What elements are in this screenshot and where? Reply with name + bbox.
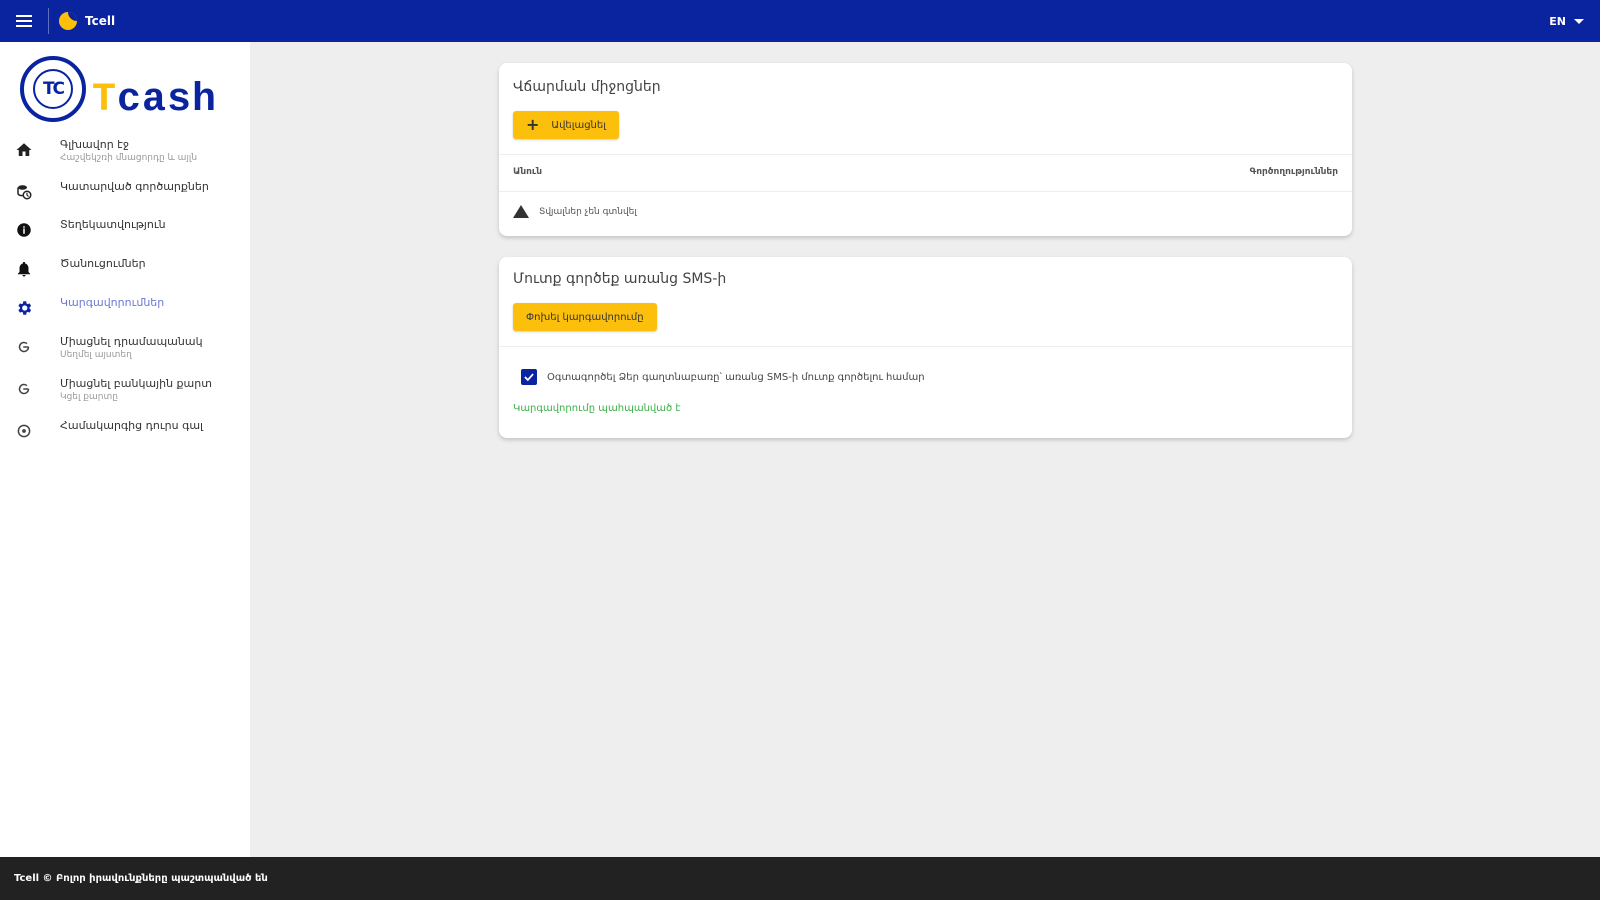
sidebar-item-connect-wallet[interactable]: Միացնել դրամապանակ Սեղմել այստեղ: [0, 335, 250, 361]
home-icon: [14, 140, 34, 160]
sidebar-item-transactions[interactable]: Կատարված գործարքներ: [0, 180, 250, 202]
sidebar-item-label: Համակարգից դուրս գալ: [60, 419, 204, 432]
hamburger-icon: [16, 15, 32, 27]
checkbox-label: Օգտագործել Ձեր գաղտնաբառը՝ առանց SMS-ի մ…: [547, 371, 925, 383]
link-icon: [14, 337, 34, 357]
add-payment-method-button[interactable]: + Ավելացնել: [513, 111, 619, 139]
caret-down-icon: [1574, 18, 1584, 24]
warning-icon: [513, 205, 529, 218]
sidebar-item-sublabel: Հաշվեկշռի մնացորդը և այլն: [60, 153, 198, 163]
card-title: Վճարման միջոցներ: [513, 79, 661, 95]
language-selector[interactable]: EN: [1549, 0, 1584, 42]
logout-icon: [14, 421, 34, 441]
sidebar-item-label: Միացնել դրամապանակ: [60, 335, 203, 348]
add-button-label: Ավելացնել: [551, 119, 606, 131]
brand-logo-icon: [59, 12, 77, 30]
sidebar-item-label: Գլխավոր էջ: [60, 138, 130, 151]
success-message: Կարգավորումը պահպանված է: [513, 403, 681, 414]
logo-mark: TC: [42, 79, 65, 99]
info-icon: [14, 220, 34, 240]
logo-wordmark: Tcash: [92, 78, 217, 123]
sidebar-item-label: Ծանուցումներ: [60, 257, 146, 270]
column-header-actions: Գործողություններ: [1249, 167, 1338, 177]
brand-name: Tcell: [85, 14, 116, 28]
card-divider: [499, 154, 1352, 155]
sidebar-item-label: Միացնել բանկային քարտ: [60, 377, 212, 390]
checkmark-icon: [524, 373, 534, 382]
sidebar-item-connect-card[interactable]: Միացնել բանկային քարտ Կցել քարտը: [0, 377, 250, 403]
password-login-checkbox[interactable]: [521, 369, 537, 385]
footer-copyright: Tcell © Բոլոր իրավունքները պաշտպանված են: [14, 873, 268, 884]
sidebar-item-notifications[interactable]: Ծանուցումներ: [0, 257, 250, 279]
menu-button[interactable]: [0, 0, 48, 42]
column-header-name: Անուն: [513, 167, 542, 177]
change-setting-label: Փոխել կարգավորումը: [526, 311, 644, 323]
brand[interactable]: Tcell: [59, 12, 115, 30]
sidebar-item-settings[interactable]: Կարգավորումներ: [0, 296, 250, 318]
change-setting-button[interactable]: Փոխել կարգավորումը: [513, 303, 657, 331]
logo-wordmark-rest: cash: [117, 78, 218, 123]
card-link-icon: [14, 379, 34, 399]
sidebar-item-logout[interactable]: Համակարգից դուրս գալ: [0, 419, 250, 441]
sidebar: TC Tcash Գլխավոր էջ Հաշվեկշռի մնացորդը և…: [0, 42, 250, 857]
sidebar-item-label: Տեղեկատվություն: [60, 218, 166, 231]
footer: Tcell © Բոլոր իրավունքները պաշտպանված են: [0, 857, 1600, 900]
sms-login-card: Մուտք գործեք առանց SMS-ի Փոխել կարգավորո…: [499, 257, 1352, 438]
gear-icon: [14, 298, 34, 318]
sidebar-item-info[interactable]: Տեղեկատվություն: [0, 218, 250, 240]
top-app-bar: Tcell EN: [0, 0, 1600, 42]
card-divider: [499, 346, 1352, 347]
empty-table-row: Տվյալներ չեն գտնվել: [513, 205, 637, 218]
card-title: Մուտք գործեք առանց SMS-ի: [513, 271, 727, 287]
logo-inner-ring: TC: [33, 69, 73, 109]
table-divider: [499, 191, 1352, 192]
sidebar-item-home[interactable]: Գլխավոր էջ Հաշվեկշռի մնացորդը և այլն: [0, 138, 250, 164]
sidebar-item-sublabel: Կցել քարտը: [60, 392, 118, 402]
logo-circle: TC: [20, 56, 86, 122]
sidebar-item-label: Կատարված գործարքներ: [60, 180, 209, 193]
sidebar-item-label: Կարգավորումներ: [60, 296, 165, 309]
plus-icon: +: [526, 115, 540, 134]
tcash-logo[interactable]: TC Tcash: [20, 56, 235, 126]
empty-message: Տվյալներ չեն գտնվել: [539, 206, 637, 217]
sidebar-item-sublabel: Սեղմել այստեղ: [60, 350, 132, 360]
payment-methods-card: Վճարման միջոցներ + Ավելացնել Անուն Գործո…: [499, 63, 1352, 236]
topbar-divider: [48, 8, 49, 34]
bell-icon: [14, 259, 34, 279]
transactions-icon: [14, 182, 34, 202]
logo-wordmark-first: T: [92, 78, 118, 123]
language-label: EN: [1549, 14, 1566, 28]
password-login-checkbox-row[interactable]: Օգտագործել Ձեր գաղտնաբառը՝ առանց SMS-ի մ…: [521, 369, 925, 385]
